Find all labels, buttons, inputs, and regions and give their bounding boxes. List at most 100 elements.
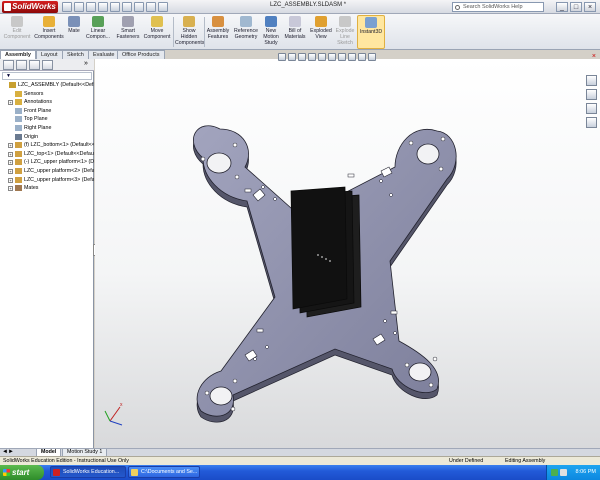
instant3d-label: Instant3D bbox=[359, 29, 383, 35]
taskbar-item-solidworks[interactable]: SolidWorks Education... bbox=[50, 466, 126, 478]
system-tray: 8:06 PM bbox=[546, 465, 600, 480]
hide-show-items-icon[interactable] bbox=[338, 53, 346, 61]
assembly-features-button[interactable]: Assembly Features bbox=[206, 15, 230, 49]
linear-component-pattern-button[interactable]: Linear Compon... bbox=[84, 15, 112, 49]
search-help-input[interactable]: Search SolidWorks Help bbox=[452, 2, 544, 12]
expand-toggle-icon[interactable]: + bbox=[8, 177, 13, 183]
save-icon[interactable] bbox=[86, 2, 96, 12]
edit-component-button[interactable]: Edit Component bbox=[3, 15, 31, 49]
windows-taskbar: start SolidWorks Education... C:\Documen… bbox=[0, 465, 600, 480]
tab-office-products[interactable]: Office Products bbox=[117, 50, 165, 59]
tab-sketch[interactable]: Sketch bbox=[62, 50, 89, 59]
tree-node[interactable]: + Mates bbox=[0, 184, 94, 193]
new-document-icon[interactable] bbox=[62, 2, 72, 12]
reference-geometry-icon bbox=[240, 16, 252, 27]
heads-up-view-toolbar bbox=[278, 53, 376, 62]
move-component-button[interactable]: Move Component bbox=[143, 15, 171, 49]
tree-node[interactable]: Top Plane bbox=[0, 115, 94, 124]
minimize-button[interactable]: _ bbox=[556, 2, 568, 12]
command-manager: Edit Component Insert Components Mate Li… bbox=[0, 14, 600, 50]
assembly-model-view: x bbox=[104, 125, 457, 426]
exploded-view-label: Exploded View bbox=[310, 28, 332, 40]
insert-components-button[interactable]: Insert Components bbox=[33, 15, 65, 49]
close-button[interactable]: × bbox=[584, 2, 596, 12]
view-settings-icon[interactable] bbox=[368, 53, 376, 61]
tree-node-label: LZC_ASSEMBLY (Default<<Default bbox=[18, 82, 94, 88]
apply-scene-icon[interactable] bbox=[358, 53, 366, 61]
tree-node[interactable]: + LZC_upper platform<2> (Defau bbox=[0, 167, 94, 176]
tab-assembly[interactable]: Assembly bbox=[0, 50, 36, 59]
exploded-view-button[interactable]: Exploded View bbox=[309, 15, 333, 49]
new-motion-study-button[interactable]: New Motion Study bbox=[261, 15, 281, 49]
volume-icon[interactable] bbox=[560, 469, 567, 476]
tab-evaluate[interactable]: Evaluate bbox=[88, 50, 120, 59]
file-explorer-icon[interactable] bbox=[586, 103, 597, 114]
taskbar-item-explorer[interactable]: C:\Documents and Se... bbox=[128, 466, 200, 478]
print-icon[interactable] bbox=[98, 2, 108, 12]
tree-node[interactable]: + (f) LZC_bottom<1> (Default<< bbox=[0, 141, 94, 150]
tree-node[interactable]: Front Plane bbox=[0, 107, 94, 116]
tree-node[interactable]: Right Plane bbox=[0, 124, 94, 133]
mate-button[interactable]: Mate bbox=[66, 15, 82, 49]
undo-icon[interactable] bbox=[110, 2, 120, 12]
mate-label: Mate bbox=[68, 28, 80, 34]
smart-fasteners-button[interactable]: Smart Fasteners bbox=[114, 15, 142, 49]
zoom-to-area-icon[interactable] bbox=[288, 53, 296, 61]
explode-line-sketch-button[interactable]: Explode Line Sketch bbox=[334, 15, 356, 49]
display-style-icon[interactable] bbox=[328, 53, 336, 61]
start-button[interactable]: start bbox=[0, 465, 44, 480]
expand-toggle-icon[interactable]: + bbox=[8, 143, 13, 149]
tab-scroll-icon[interactable]: ◄► bbox=[2, 449, 14, 455]
graphics-area[interactable]: x bbox=[95, 59, 600, 448]
expand-toggle-icon[interactable]: + bbox=[8, 186, 13, 192]
expand-toggle-icon[interactable]: + bbox=[8, 151, 13, 157]
tree-node[interactable]: LZC_ASSEMBLY (Default<<Default bbox=[0, 81, 94, 90]
bill-of-materials-button[interactable]: Bill of Materials bbox=[283, 15, 307, 49]
zoom-to-fit-icon[interactable] bbox=[278, 53, 286, 61]
edit-appearance-icon[interactable] bbox=[348, 53, 356, 61]
panel-expand-icon[interactable]: » bbox=[84, 60, 88, 67]
instant3d-button[interactable]: Instant3D bbox=[357, 15, 385, 49]
select-icon[interactable] bbox=[122, 2, 132, 12]
reference-geometry-button[interactable]: Reference Geometry bbox=[232, 15, 260, 49]
assembly-icon bbox=[9, 82, 16, 88]
show-hidden-components-button[interactable]: Show Hidden Components bbox=[175, 15, 205, 49]
previous-view-icon[interactable] bbox=[298, 53, 306, 61]
tab-layout[interactable]: Layout bbox=[36, 50, 63, 59]
show-hidden-label: Show Hidden Components bbox=[175, 28, 205, 46]
solidworks-logo[interactable]: SolidWorks bbox=[2, 1, 58, 13]
expand-toggle-icon[interactable]: + bbox=[8, 160, 13, 166]
view-palette-icon[interactable] bbox=[586, 117, 597, 128]
expand-toggle-icon[interactable]: + bbox=[8, 168, 13, 174]
section-view-icon[interactable] bbox=[308, 53, 316, 61]
solidworks-resources-icon[interactable] bbox=[586, 75, 597, 86]
network-icon[interactable] bbox=[551, 469, 558, 476]
view-orientation-icon[interactable] bbox=[318, 53, 326, 61]
sensors-icon bbox=[15, 90, 22, 97]
rebuild-icon[interactable] bbox=[134, 2, 144, 12]
clock[interactable]: 8:06 PM bbox=[576, 469, 596, 475]
motion-study-label: New Motion Study bbox=[263, 28, 279, 46]
tree-node[interactable]: Sensors bbox=[0, 90, 94, 99]
feature-tree-tab-icon[interactable] bbox=[3, 60, 14, 70]
edit-component-label: Edit Component bbox=[3, 28, 31, 40]
smart-fasteners-icon bbox=[122, 16, 134, 27]
display-manager-tab-icon[interactable] bbox=[42, 60, 53, 70]
options-icon[interactable] bbox=[158, 2, 168, 12]
toolbar-separator bbox=[173, 17, 174, 47]
property-manager-tab-icon[interactable] bbox=[16, 60, 27, 70]
annotations-icon bbox=[15, 99, 22, 106]
design-library-icon[interactable] bbox=[586, 89, 597, 100]
tree-node[interactable]: + Annotations bbox=[0, 98, 94, 107]
close-document-icon[interactable]: × bbox=[592, 53, 596, 61]
tree-node[interactable]: + LZC_upper platform<3> (Defau bbox=[0, 176, 94, 185]
configuration-manager-tab-icon[interactable] bbox=[29, 60, 40, 70]
tree-node[interactable]: + (-) LZC_upper platform<1> (De bbox=[0, 158, 94, 167]
tree-node[interactable]: + LZC_top<1> (Default<<Default bbox=[0, 150, 94, 159]
open-icon[interactable] bbox=[74, 2, 84, 12]
expand-toggle-icon[interactable]: + bbox=[8, 100, 13, 106]
tree-node[interactable]: Origin bbox=[0, 133, 94, 142]
restore-button[interactable]: □ bbox=[570, 2, 582, 12]
feature-tree-filter[interactable]: ▼ bbox=[2, 72, 92, 80]
file-properties-icon[interactable] bbox=[146, 2, 156, 12]
